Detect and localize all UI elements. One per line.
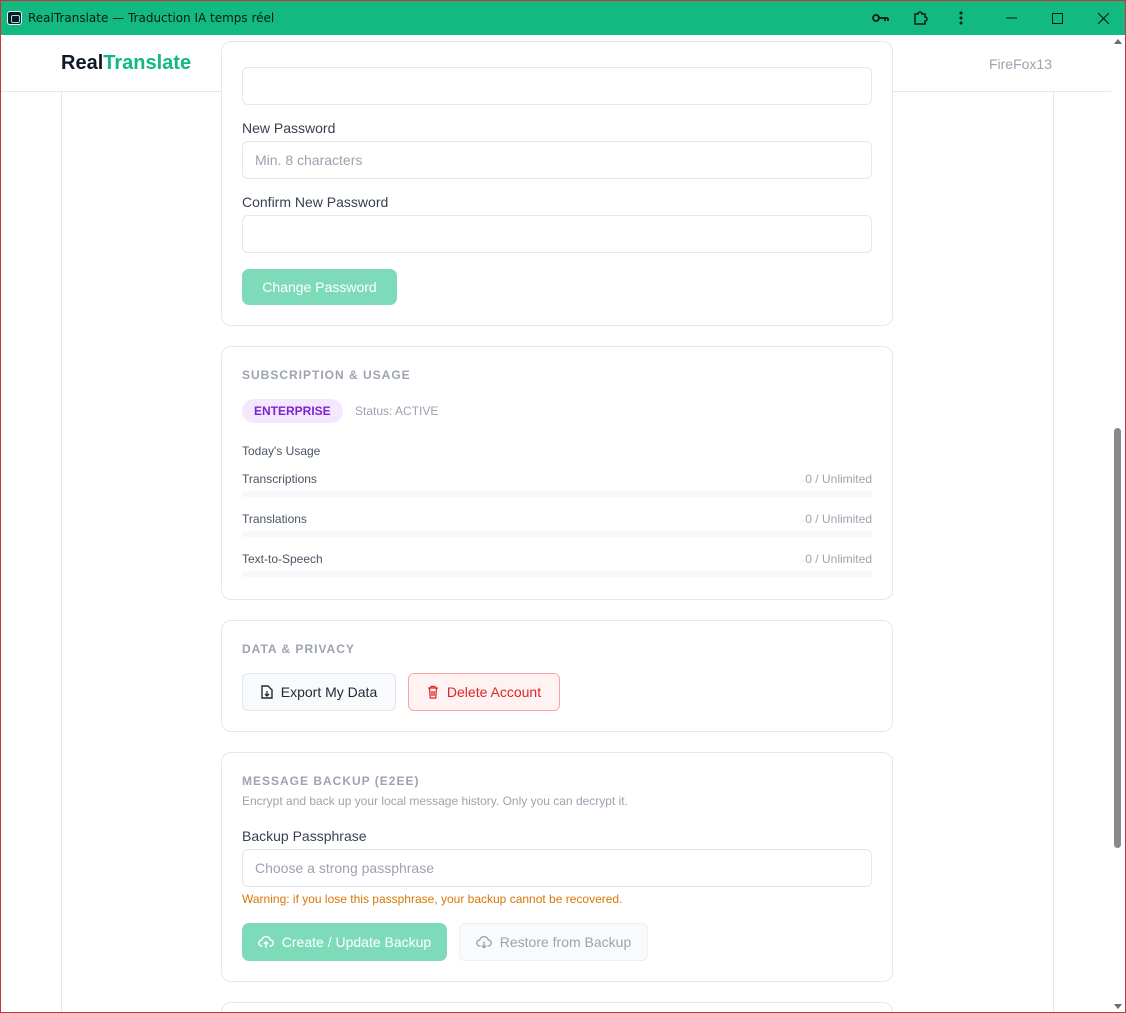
- export-data-label: Export My Data: [280, 684, 378, 700]
- usage-bar: [242, 531, 872, 537]
- usage-heading: Today's Usage: [242, 444, 321, 458]
- usage-row-transcriptions: Transcriptions 0 / Unlimited: [242, 472, 872, 502]
- new-password-label: New Password: [242, 120, 336, 136]
- minimize-icon[interactable]: [988, 1, 1034, 35]
- current-password-input[interactable]: [242, 67, 872, 105]
- scroll-down-icon[interactable]: [1114, 1004, 1122, 1009]
- window-title: RealTranslate — Traduction IA temps réel: [28, 11, 275, 25]
- privacy-title: DATA & PRIVACY: [242, 642, 355, 656]
- usage-bar: [242, 491, 872, 497]
- usage-row-tts: Text-to-Speech 0 / Unlimited: [242, 552, 872, 582]
- logo-part1: Real: [61, 52, 104, 74]
- delete-account-label: Delete Account: [446, 684, 542, 700]
- new-password-input[interactable]: [242, 141, 872, 179]
- plan-badge: ENTERPRISE: [242, 399, 343, 423]
- header-username[interactable]: FireFox13: [989, 56, 1052, 72]
- password-card: New Password Confirm New Password Change…: [221, 41, 893, 326]
- logo[interactable]: RealTranslate: [61, 52, 191, 75]
- usage-name: Transcriptions: [242, 472, 317, 486]
- next-card: [221, 1002, 893, 1012]
- subscription-card: SUBSCRIPTION & USAGE ENTERPRISE Status: …: [221, 346, 893, 600]
- cloud-download-icon: [475, 935, 492, 949]
- usage-name: Translations: [242, 512, 307, 526]
- file-export-icon: [261, 685, 273, 699]
- restore-backup-button[interactable]: Restore from Backup: [459, 923, 648, 961]
- usage-value: 0 / Unlimited: [805, 512, 872, 526]
- backup-passphrase-label: Backup Passphrase: [242, 828, 367, 844]
- subscription-status: Status: ACTIVE: [355, 404, 439, 418]
- privacy-card: DATA & PRIVACY Export My Data Delete Acc…: [221, 620, 893, 732]
- backup-description: Encrypt and back up your local message h…: [242, 794, 628, 808]
- create-backup-label: Create / Update Backup: [281, 934, 432, 950]
- title-bar: RealTranslate — Traduction IA temps réel: [1, 1, 1125, 35]
- backup-title: MESSAGE BACKUP (E2EE): [242, 774, 420, 788]
- usage-name: Text-to-Speech: [242, 552, 323, 566]
- export-data-button[interactable]: Export My Data: [242, 673, 396, 711]
- close-icon[interactable]: [1080, 1, 1125, 35]
- confirm-password-input[interactable]: [242, 215, 872, 253]
- delete-account-button[interactable]: Delete Account: [408, 673, 560, 711]
- backup-warning: Warning: if you lose this passphrase, yo…: [242, 892, 623, 906]
- confirm-password-label: Confirm New Password: [242, 194, 389, 210]
- restore-backup-label: Restore from Backup: [499, 934, 632, 950]
- usage-row-translations: Translations 0 / Unlimited: [242, 512, 872, 542]
- change-password-button[interactable]: Change Password: [242, 269, 397, 305]
- trash-icon: [427, 685, 439, 699]
- scroll-up-icon[interactable]: [1114, 39, 1122, 44]
- backup-card: MESSAGE BACKUP (E2EE) Encrypt and back u…: [221, 752, 893, 982]
- app-icon: [7, 11, 22, 25]
- cloud-upload-icon: [257, 935, 274, 949]
- backup-passphrase-input[interactable]: [242, 849, 872, 887]
- app-window: RealTranslate — Traduction IA temps réel…: [0, 0, 1126, 1013]
- create-backup-button[interactable]: Create / Update Backup: [242, 923, 447, 961]
- usage-value: 0 / Unlimited: [805, 552, 872, 566]
- usage-bar: [242, 571, 872, 577]
- maximize-icon[interactable]: [1034, 1, 1080, 35]
- subscription-title: SUBSCRIPTION & USAGE: [242, 368, 411, 382]
- scroll-thumb[interactable]: [1114, 428, 1121, 848]
- more-icon[interactable]: [938, 1, 984, 35]
- logo-part2: Translate: [103, 52, 192, 74]
- scrollbar[interactable]: [1111, 35, 1125, 1012]
- usage-value: 0 / Unlimited: [805, 472, 872, 486]
